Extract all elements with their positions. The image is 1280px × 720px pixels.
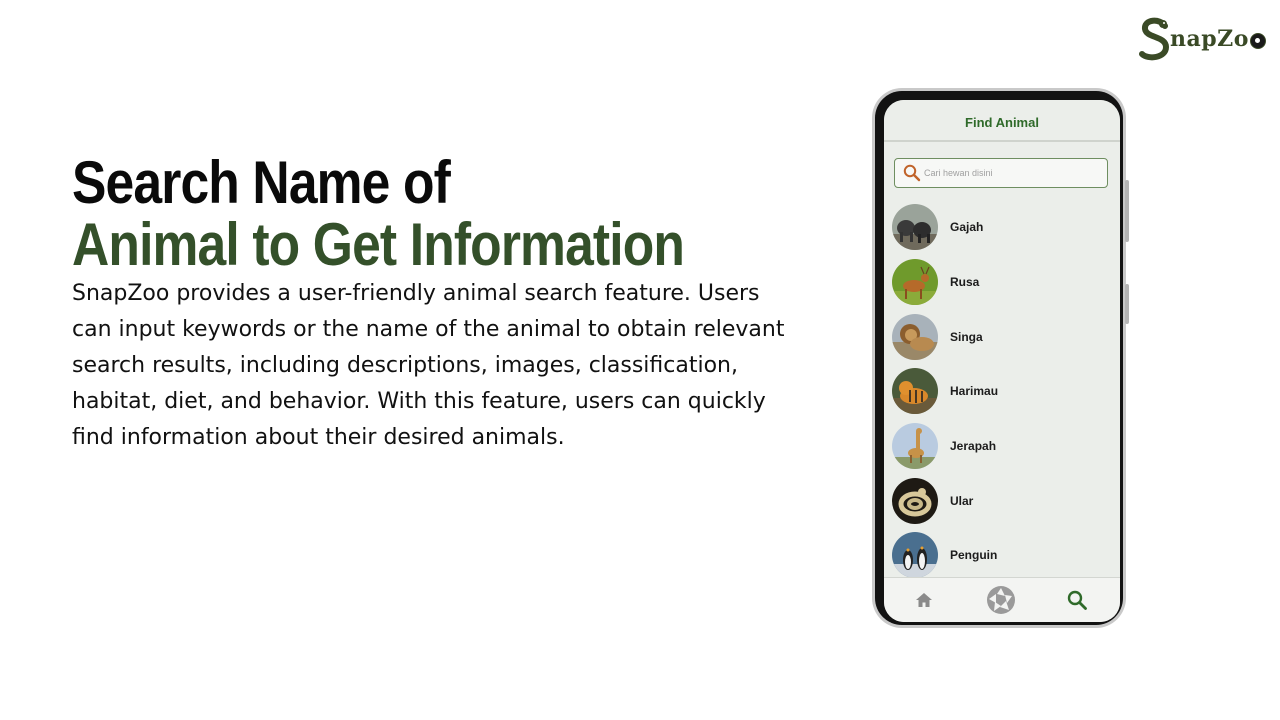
search-icon bbox=[1067, 590, 1087, 610]
home-icon bbox=[916, 593, 932, 607]
animal-name: Gajah bbox=[950, 220, 984, 235]
snapzoo-logo: napZo bbox=[1138, 16, 1266, 62]
list-item[interactable]: Singa bbox=[892, 309, 1112, 364]
camera-shutter-icon bbox=[987, 586, 1015, 614]
phone-mockup: Find Animal Gajah bbox=[872, 88, 1129, 628]
logo-text: napZo bbox=[1170, 26, 1249, 52]
phone-side-button bbox=[1125, 180, 1129, 242]
snake-s-icon bbox=[1139, 17, 1170, 61]
nav-home-button[interactable] bbox=[899, 578, 949, 622]
feature-heading: Search Name of Animal to Get Information bbox=[72, 152, 832, 276]
app-header: Find Animal bbox=[884, 100, 1120, 142]
tiger-avatar bbox=[892, 368, 938, 415]
penguin-avatar bbox=[892, 532, 938, 579]
lion-avatar bbox=[892, 313, 938, 360]
search-bar[interactable] bbox=[894, 158, 1108, 188]
list-item[interactable]: Ular bbox=[892, 473, 1112, 528]
heading-line-2: Animal to Get Information bbox=[72, 211, 685, 278]
animal-name: Jerapah bbox=[950, 439, 997, 454]
nav-search-button[interactable] bbox=[1052, 578, 1102, 622]
list-item[interactable]: Harimau bbox=[892, 364, 1112, 419]
animal-name: Singa bbox=[950, 329, 983, 344]
elephant-avatar bbox=[892, 204, 938, 251]
phone-bezel: Find Animal Gajah bbox=[875, 91, 1123, 625]
snake-avatar bbox=[892, 477, 938, 524]
animal-name: Ular bbox=[950, 493, 974, 508]
list-item[interactable]: Penguin bbox=[892, 528, 1112, 583]
list-item[interactable]: Jerapah bbox=[892, 419, 1112, 474]
animal-name: Rusa bbox=[950, 275, 980, 290]
feature-description: SnapZoo provides a user-friendly animal … bbox=[72, 281, 785, 450]
heading-line-1: Search Name of bbox=[72, 149, 451, 216]
animal-name: Penguin bbox=[950, 548, 998, 563]
search-input[interactable] bbox=[922, 168, 1094, 178]
app-screen: Find Animal Gajah bbox=[884, 100, 1120, 622]
deer-avatar bbox=[892, 259, 938, 306]
list-item[interactable]: Rusa bbox=[892, 255, 1112, 310]
search-icon bbox=[903, 164, 921, 182]
phone-side-button bbox=[1125, 284, 1129, 324]
animal-name: Harimau bbox=[950, 384, 999, 399]
app-title: Find Animal bbox=[965, 114, 1039, 130]
nav-camera-button[interactable] bbox=[976, 578, 1026, 622]
bottom-nav bbox=[884, 577, 1120, 622]
animal-list: Gajah Rusa Singa Harimau Jerapah Ular Pe… bbox=[892, 200, 1112, 583]
camera-lens-icon bbox=[1249, 33, 1266, 49]
list-item[interactable]: Gajah bbox=[892, 200, 1112, 255]
giraffe-avatar bbox=[892, 423, 938, 470]
